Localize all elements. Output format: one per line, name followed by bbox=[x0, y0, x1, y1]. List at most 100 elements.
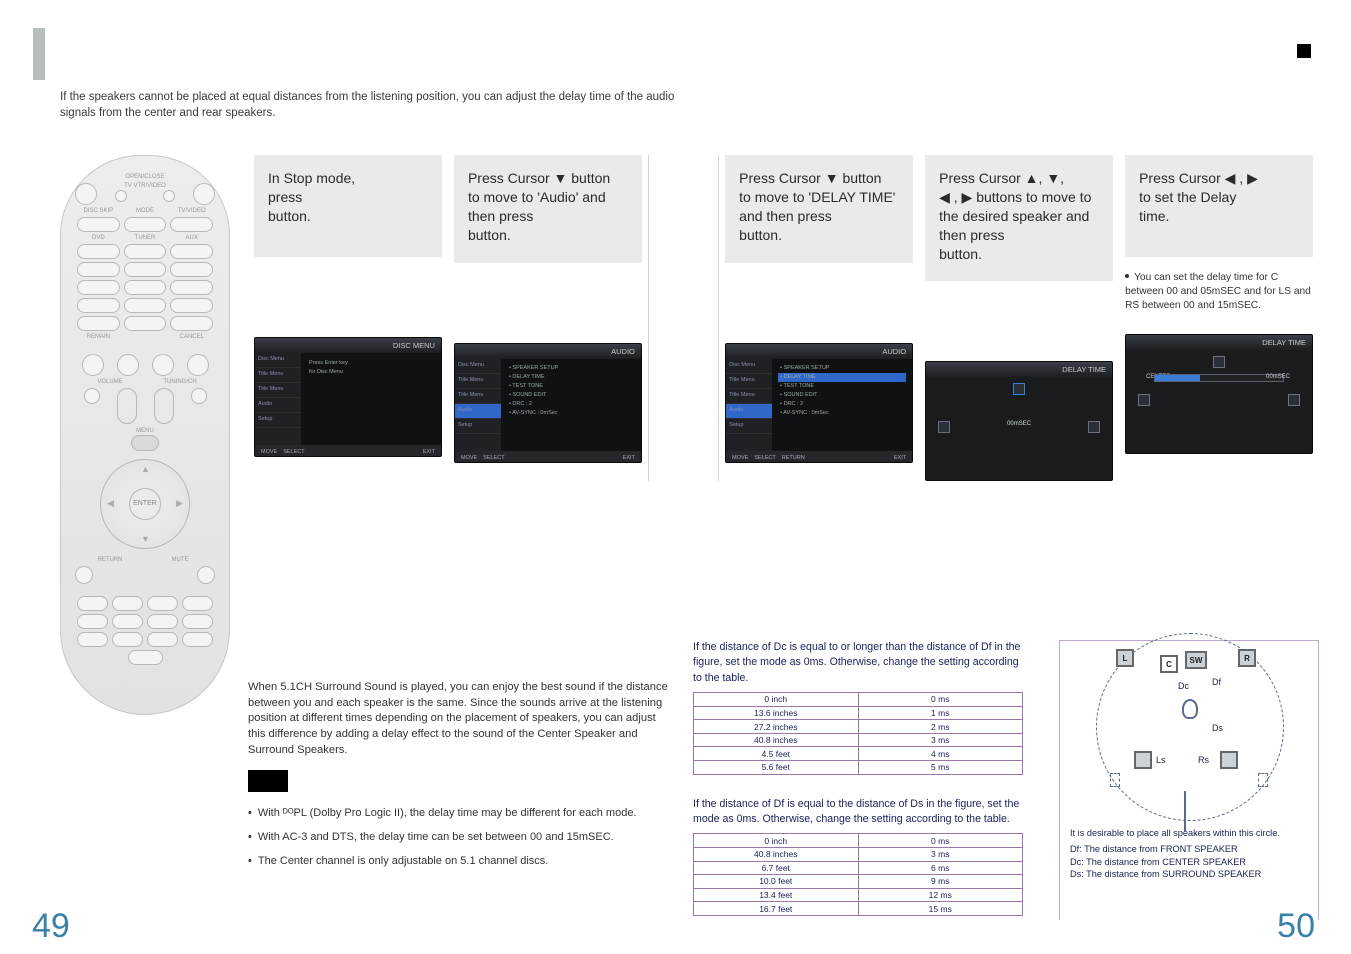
dc00: 0 inch bbox=[694, 692, 859, 706]
lbl-Ds: Ds bbox=[1212, 723, 1223, 733]
label-tv: TV VTR/VIDEO bbox=[97, 183, 193, 189]
f1a: MOVE bbox=[261, 449, 277, 455]
dc21: 2 ms bbox=[859, 719, 1023, 733]
side-menu-2: Disc Menu Title Menu Title Menu Audio Se… bbox=[455, 359, 501, 451]
l-tun: TUNING/CH bbox=[145, 379, 215, 385]
step2-text: Press Cursor ▼ button to move to 'Audio'… bbox=[454, 155, 642, 263]
enter-button: ENTER bbox=[129, 488, 161, 520]
hdr-audio2: AUDIO bbox=[611, 347, 635, 356]
diagram-legend: Df: The distance from FRONT SPEAKER Dc: … bbox=[1070, 843, 1308, 880]
leg-dc: Dc: The distance from CENTER SPEAKER bbox=[1070, 856, 1308, 868]
dc11: 1 ms bbox=[859, 706, 1023, 720]
num-6 bbox=[170, 280, 213, 295]
btn-test bbox=[182, 596, 213, 611]
ai2f: • AV-SYNC : 0mSec bbox=[507, 409, 635, 418]
step3-text: Press Cursor ▼ button to move to 'DELAY … bbox=[725, 155, 913, 263]
label-open: OPEN/CLOSE bbox=[75, 174, 215, 180]
num-1 bbox=[77, 262, 120, 277]
step5-screenshot: DELAY TIME CENTER 00mSEC MOVE CHANGE RET… bbox=[1125, 334, 1313, 454]
menu-button bbox=[131, 435, 159, 451]
btn-slow bbox=[112, 614, 143, 629]
spk-SW: SW bbox=[1185, 651, 1207, 669]
btn-step bbox=[77, 596, 108, 611]
f3d: EXIT bbox=[894, 455, 906, 461]
step-2: Press Cursor ▼ button to move to 'Audio'… bbox=[448, 155, 648, 481]
df21: 6 ms bbox=[859, 861, 1023, 875]
speaker-diagram: L C SW R Dc Df Ds Ls Rs bbox=[1070, 651, 1310, 821]
sm3d: Audio bbox=[726, 404, 772, 419]
df31: 9 ms bbox=[859, 874, 1023, 888]
step1-text: In Stop mode, press button. bbox=[254, 155, 442, 257]
sm1b: Title Menu bbox=[255, 368, 301, 383]
btn-sndedit bbox=[182, 614, 213, 629]
sm2c: Title Menu bbox=[455, 389, 501, 404]
ai3b: • DELAY TIME bbox=[778, 373, 906, 382]
step3-line2: to move to 'DELAY TIME' and then press bbox=[739, 189, 895, 224]
hdr-delay4: DELAY TIME bbox=[1062, 365, 1106, 374]
footbar-1: MOVE SELECT EXIT bbox=[255, 445, 441, 457]
ai2b: • DELAY TIME bbox=[507, 373, 635, 382]
sm2e: Setup bbox=[455, 419, 501, 434]
return-button bbox=[75, 566, 93, 584]
plmode-btn bbox=[84, 388, 100, 404]
dc-r1: 13.6 inches1 ms bbox=[694, 706, 1022, 720]
step1-line1: In Stop mode, bbox=[268, 170, 355, 186]
l-tvvid: TV/VIDEO bbox=[168, 208, 215, 214]
vtr-btn bbox=[163, 190, 175, 202]
footbar-3: MOVE SELECT RETURN EXIT bbox=[726, 451, 912, 463]
num-8 bbox=[124, 298, 167, 313]
footbar-2: MOVE SELECT EXIT bbox=[455, 451, 641, 463]
dc-intro: If the distance of Dc is equal to or lon… bbox=[693, 640, 1023, 686]
spk-Rs-box bbox=[1220, 751, 1238, 769]
speaker-diagram-box: L C SW R Dc Df Ds Ls Rs It is desirable … bbox=[1059, 640, 1319, 920]
step2-line2: to move to 'Audio' and then press bbox=[468, 189, 606, 224]
spk-C: C bbox=[1160, 655, 1178, 673]
right-arrow-icon: ▶ bbox=[176, 498, 183, 509]
df01: 0 ms bbox=[859, 833, 1023, 847]
pointer-line bbox=[1184, 791, 1186, 831]
df20: 6.7 feet bbox=[694, 861, 859, 875]
page-number-right: 50 bbox=[1277, 907, 1315, 946]
sm3b: Title Menu bbox=[726, 374, 772, 389]
dc-r4: 4.5 feet4 ms bbox=[694, 746, 1022, 760]
f3a: MOVE bbox=[732, 455, 748, 461]
play-button bbox=[152, 354, 174, 376]
spk-r5 bbox=[1288, 394, 1300, 406]
step3-screenshot: AUDIO Disc Menu Title Menu Title Menu Au… bbox=[725, 343, 913, 463]
df-r0: 0 inch0 ms bbox=[694, 833, 1022, 847]
lbl-Dc: Dc bbox=[1178, 681, 1189, 691]
ai3a: • SPEAKER SETUP bbox=[778, 364, 906, 373]
step-3: Press Cursor ▼ button to move to 'DELAY … bbox=[719, 155, 919, 481]
section-accent-bar bbox=[33, 28, 45, 80]
delay-value: 00mSEC bbox=[1266, 374, 1290, 380]
lbl-Ls: Ls bbox=[1156, 755, 1166, 765]
df10: 40.8 inches bbox=[694, 847, 859, 861]
l-remain: REMAIN bbox=[75, 334, 122, 340]
bullet-list: •With ᴰᴼPL (Dolby Pro Logic II), the del… bbox=[248, 804, 668, 871]
btn-logo bbox=[77, 632, 108, 647]
btn-dsp bbox=[182, 632, 213, 647]
sm1a: Disc Menu bbox=[255, 353, 301, 368]
sm1c: Title Menu bbox=[255, 383, 301, 398]
dc50: 5.6 feet bbox=[694, 760, 859, 774]
dc30: 40.8 inches bbox=[694, 733, 859, 747]
step-1: In Stop mode, press button. DISC MENU Di… bbox=[248, 155, 448, 481]
hdr-delay5: DELAY TIME bbox=[1262, 338, 1306, 347]
sm3c: Title Menu bbox=[726, 389, 772, 404]
dc-table: 0 inch0 ms 13.6 inches1 ms 27.2 inches2 … bbox=[693, 692, 1023, 775]
intro-paragraph: If the speakers cannot be placed at equa… bbox=[60, 90, 700, 121]
content-2: • SPEAKER SETUP • DELAY TIME • TEST TONE… bbox=[501, 359, 641, 451]
dc31: 3 ms bbox=[859, 733, 1023, 747]
f2d: EXIT bbox=[623, 455, 635, 461]
df-r5: 16.7 feet15 ms bbox=[694, 901, 1022, 915]
ai2e: • DRC : 2 bbox=[507, 400, 635, 409]
l-return: RETURN bbox=[75, 557, 145, 563]
df-table: 0 inch0 ms 40.8 inches3 ms 6.7 feet6 ms … bbox=[693, 833, 1023, 916]
l-mode: MODE bbox=[122, 208, 169, 214]
spk-center-val: 00mSEC bbox=[1007, 421, 1031, 427]
lower-left-col: When 5.1CH Surround Sound is played, you… bbox=[248, 680, 668, 876]
lbl-Df: Df bbox=[1212, 677, 1221, 687]
db2: for Disc Menu bbox=[307, 367, 435, 376]
spk-r bbox=[1088, 421, 1100, 433]
step5-text: Press Cursor ◀ , ▶ to set the Delay time… bbox=[1125, 155, 1313, 257]
